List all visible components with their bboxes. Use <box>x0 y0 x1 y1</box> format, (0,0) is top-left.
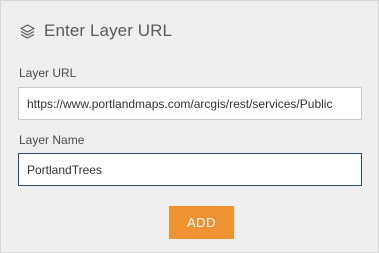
layer-name-input[interactable] <box>18 153 362 186</box>
panel-header: Enter Layer URL <box>19 19 172 43</box>
layer-name-label: Layer Name <box>19 133 85 147</box>
layer-url-label: Layer URL <box>19 66 77 80</box>
layers-icon <box>19 23 36 40</box>
add-button[interactable]: ADD <box>169 206 234 239</box>
panel-title: Enter Layer URL <box>44 21 173 40</box>
layer-url-input[interactable] <box>18 87 362 120</box>
enter-layer-url-panel: Enter Layer URL Layer URL Layer Name ADD <box>0 0 379 253</box>
